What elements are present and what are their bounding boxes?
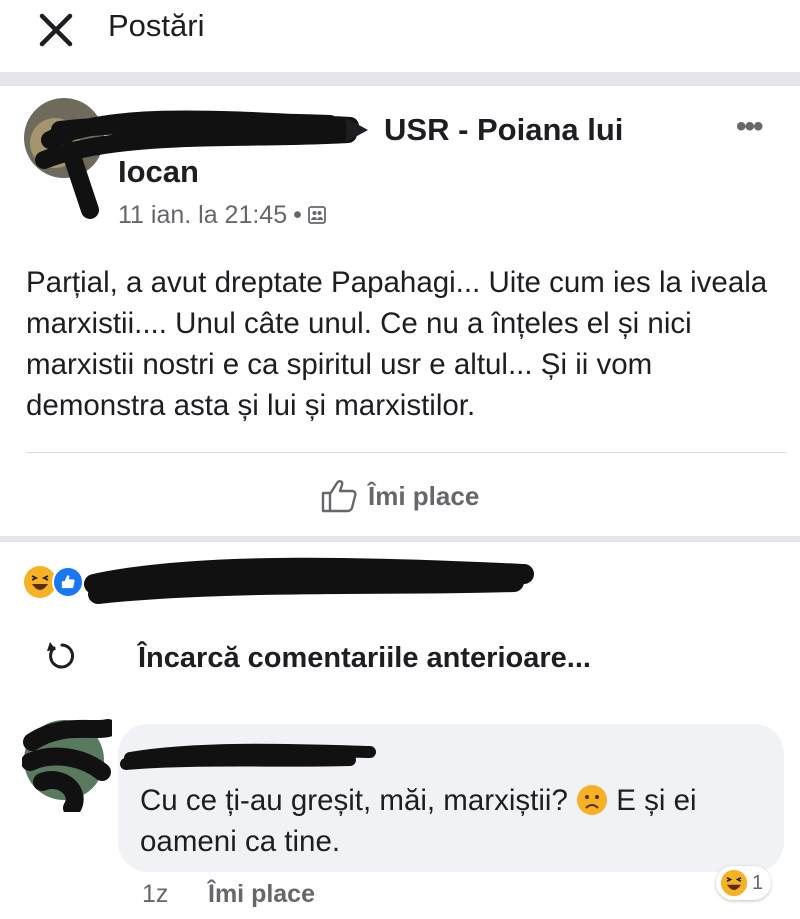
like-button[interactable]: Îmi place xyxy=(320,474,479,518)
sad-face-icon xyxy=(577,785,608,815)
comment-text: Cu ce ți-au greșit, măi, marxiștii? E și… xyxy=(140,780,760,862)
comment-reaction-summary[interactable]: 1 xyxy=(716,866,772,900)
comment-timestamp[interactable]: 1z xyxy=(142,876,168,912)
post-meta: 11 ian. la 21:45 • xyxy=(118,198,326,232)
like-label: Îmi place xyxy=(368,480,480,511)
redaction-scribble xyxy=(84,557,534,604)
section-divider xyxy=(0,536,800,542)
like-reaction-icon[interactable] xyxy=(52,566,84,598)
section-divider xyxy=(0,72,800,86)
reload-icon[interactable] xyxy=(44,638,80,674)
comment-text-part1: Cu ce ți-au greșit, măi, marxiștii? xyxy=(140,784,568,817)
load-previous-comments-link[interactable]: Încarcă comentariile anterioare... xyxy=(138,638,591,678)
more-options-icon[interactable]: ••• xyxy=(736,112,763,142)
page-title: Postări xyxy=(108,8,205,43)
thumbs-up-icon xyxy=(321,480,357,513)
group-privacy-icon xyxy=(307,206,326,224)
arrow-right-icon xyxy=(346,118,368,142)
action-divider xyxy=(26,452,786,453)
close-icon[interactable] xyxy=(34,8,78,52)
post-text: Parțial, a avut dreptate Papahagi... Uit… xyxy=(26,266,768,422)
meta-separator: • xyxy=(293,201,302,229)
group-name[interactable]: USR - Poiana lui xyxy=(384,110,623,150)
redaction-scribble xyxy=(120,743,376,770)
reaction-count: 1 xyxy=(752,871,764,894)
haha-reaction-icon xyxy=(720,869,748,897)
group-name-continued[interactable]: Iocan xyxy=(118,152,199,192)
comment-like-button[interactable]: Îmi place xyxy=(208,876,315,912)
post-timestamp[interactable]: 11 ian. la 21:45 xyxy=(118,198,287,232)
redaction-scribble xyxy=(22,719,112,812)
